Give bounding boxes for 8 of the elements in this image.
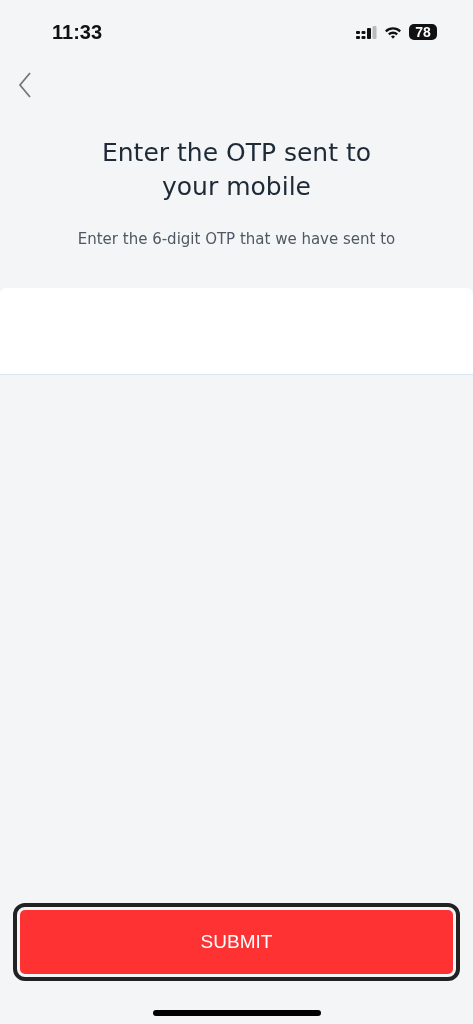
wifi-icon xyxy=(384,25,402,39)
otp-input-field[interactable] xyxy=(0,288,473,375)
instruction-text: Enter the 6-digit OTP that we have sent to xyxy=(76,230,397,248)
status-time: 11:33 xyxy=(52,20,103,44)
battery-level: 78 xyxy=(415,24,431,40)
signal-icon xyxy=(356,25,377,39)
back-icon[interactable] xyxy=(18,72,32,98)
page-title: Enter the OTP sent to your mobile xyxy=(100,137,373,203)
